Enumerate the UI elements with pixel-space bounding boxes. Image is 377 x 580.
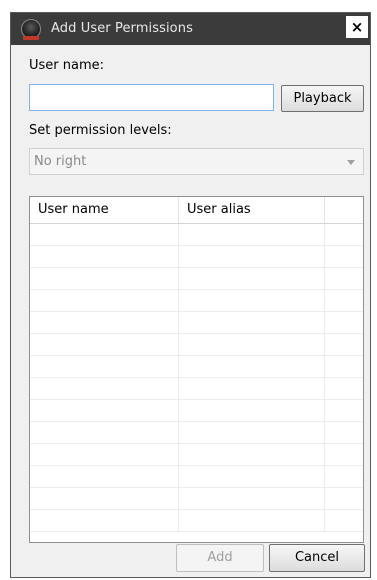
table-cell	[30, 224, 179, 245]
playback-button[interactable]: Playback	[281, 85, 364, 112]
table-row[interactable]	[30, 444, 363, 466]
table-row[interactable]	[30, 246, 363, 268]
add-user-permissions-dialog: Add User Permissions × User name: Playba…	[10, 12, 371, 578]
table-row[interactable]	[30, 510, 363, 532]
username-input[interactable]	[29, 84, 274, 111]
table-cell	[30, 422, 179, 443]
table-row[interactable]	[30, 290, 363, 312]
user-list-table[interactable]: User name User alias	[29, 196, 364, 543]
table-cell	[30, 246, 179, 267]
column-header-extra[interactable]	[325, 197, 363, 223]
table-cell	[179, 290, 325, 311]
table-cell	[179, 510, 325, 531]
table-cell	[30, 378, 179, 399]
table-row[interactable]	[30, 466, 363, 488]
table-cell	[30, 290, 179, 311]
column-header-user-alias[interactable]: User alias	[179, 197, 325, 223]
table-cell	[30, 488, 179, 509]
table-cell	[30, 356, 179, 377]
table-row[interactable]	[30, 488, 363, 510]
table-cell	[179, 246, 325, 267]
username-label: User name:	[29, 58, 105, 73]
permission-levels-label: Set permission levels:	[29, 123, 172, 138]
column-header-user-name[interactable]: User name	[30, 197, 179, 223]
table-cell	[30, 268, 179, 289]
table-cell	[30, 400, 179, 421]
table-row[interactable]	[30, 422, 363, 444]
table-row[interactable]	[30, 356, 363, 378]
table-cell	[30, 444, 179, 465]
table-row[interactable]	[30, 224, 363, 246]
cancel-button[interactable]: Cancel	[269, 544, 365, 572]
table-cell	[179, 334, 325, 355]
camera-app-icon	[21, 19, 41, 40]
table-cell	[30, 312, 179, 333]
table-row[interactable]	[30, 268, 363, 290]
permission-level-value: No right	[34, 154, 87, 169]
table-cell	[179, 466, 325, 487]
table-cell	[179, 400, 325, 421]
table-row[interactable]	[30, 400, 363, 422]
add-button[interactable]: Add	[176, 544, 264, 572]
permission-level-select[interactable]: No right	[29, 148, 364, 175]
table-row[interactable]	[30, 378, 363, 400]
table-header: User name User alias	[30, 197, 363, 224]
table-cell	[30, 334, 179, 355]
table-body	[30, 224, 363, 542]
table-cell	[179, 312, 325, 333]
table-cell	[179, 268, 325, 289]
table-cell	[179, 422, 325, 443]
title-bar[interactable]: Add User Permissions ×	[11, 13, 370, 45]
close-icon[interactable]: ×	[346, 16, 368, 38]
window-title: Add User Permissions	[51, 21, 193, 36]
table-cell	[30, 510, 179, 531]
table-cell	[179, 224, 325, 245]
table-cell	[179, 378, 325, 399]
table-row[interactable]	[30, 334, 363, 356]
table-row[interactable]	[30, 312, 363, 334]
table-cell	[179, 356, 325, 377]
table-cell	[179, 444, 325, 465]
chevron-down-icon	[347, 160, 355, 165]
table-cell	[179, 488, 325, 509]
table-cell	[30, 466, 179, 487]
